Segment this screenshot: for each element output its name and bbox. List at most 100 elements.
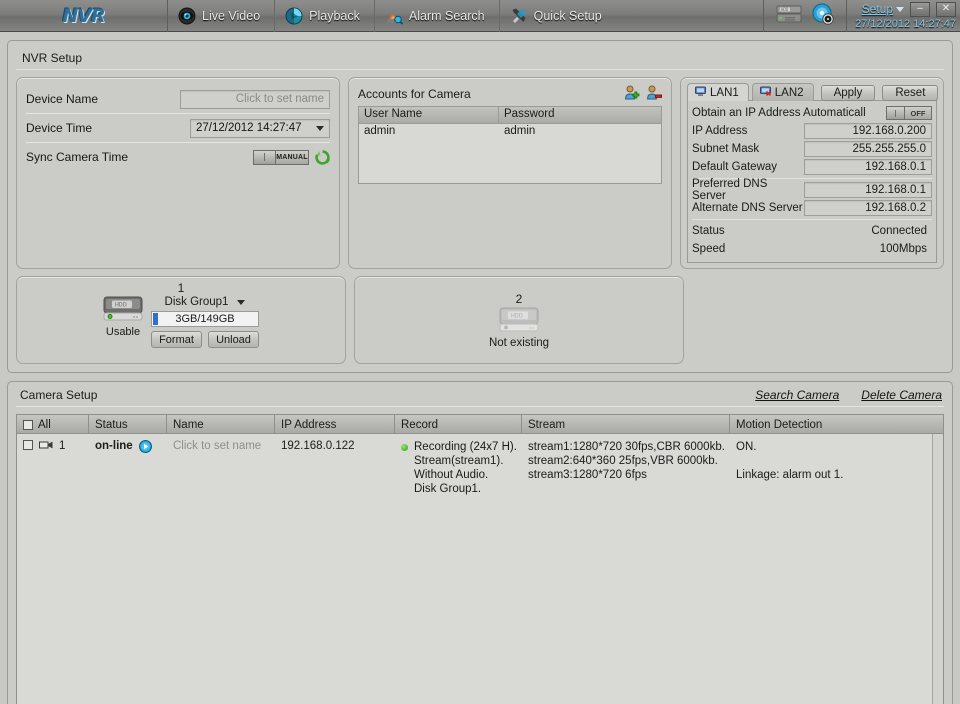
network-body: Obtain an IP Address Automaticall OFF IP… xyxy=(687,100,937,263)
disk-capacity-fill xyxy=(153,313,158,325)
disk-section: 1 HDD Usable Disk Group1 3GB/149GB Forma… xyxy=(16,276,684,364)
hdd-icon[interactable]: HDD xyxy=(103,296,143,325)
dhcp-row: Obtain an IP Address Automaticall OFF xyxy=(692,104,932,122)
setup-menu-row: Setup – ✕ xyxy=(862,1,956,17)
nav-item-alarm-search[interactable]: Alarm Search xyxy=(375,0,500,32)
ip-address-input[interactable]: 192.168.0.200 xyxy=(804,123,932,139)
default-gateway-input[interactable]: 192.168.0.1 xyxy=(804,159,932,175)
nav-item-live-video[interactable]: Live Video xyxy=(168,0,276,32)
sync-camera-time-toggle[interactable]: MANUAL xyxy=(253,149,309,165)
camera-table-scrollbar[interactable] xyxy=(932,434,943,704)
play-icon[interactable] xyxy=(138,440,152,456)
disk-2-state-label: Not existing xyxy=(488,336,550,349)
preferred-dns-input[interactable]: 192.168.0.1 xyxy=(804,182,932,198)
tab-lan2[interactable]: LAN2 xyxy=(751,83,814,101)
camera-col-record: Record xyxy=(395,415,522,433)
camera-row-select[interactable]: 1 xyxy=(17,440,89,496)
nav-item-playback[interactable]: Playback xyxy=(275,0,375,32)
playback-icon xyxy=(285,7,303,25)
camera-col-name: Name xyxy=(167,415,275,433)
minimize-button[interactable]: – xyxy=(910,1,930,17)
device-time-input[interactable]: 27/12/2012 14:27:47 xyxy=(190,118,330,138)
unload-button[interactable]: Unload xyxy=(208,331,259,348)
default-gateway-row: Default Gateway 192.168.0.1 xyxy=(692,158,932,176)
alarm-icon xyxy=(385,7,404,25)
network-panel: LAN1 LAN2 Apply Reset Obtain an IP Addre… xyxy=(680,77,944,269)
speed-row: Speed 100Mbps xyxy=(692,240,932,258)
remove-user-icon[interactable] xyxy=(646,85,663,103)
refresh-icon[interactable] xyxy=(315,149,331,165)
select-all-checkbox[interactable] xyxy=(23,420,33,430)
camera-setup-title: Camera Setup xyxy=(20,388,98,402)
nvr-setup-group: NVR Setup Device Name Click to set name … xyxy=(7,40,953,373)
search-camera-link[interactable]: Search Camera xyxy=(755,388,839,402)
network-speed-label: Speed xyxy=(692,243,726,255)
accounts-actions xyxy=(624,85,663,103)
device-time-value: 27/12/2012 14:27:47 xyxy=(196,122,302,134)
close-button[interactable]: ✕ xyxy=(936,1,956,17)
reset-button[interactable]: Reset xyxy=(882,85,939,101)
accounts-table-header: User Name Password xyxy=(359,107,661,124)
camera-row-status: on-line xyxy=(89,440,167,496)
accounts-title: Accounts for Camera xyxy=(358,87,471,101)
format-button[interactable]: Format xyxy=(151,331,202,348)
device-name-input[interactable]: Click to set name xyxy=(180,89,330,109)
ip-address-label: IP Address xyxy=(692,125,748,137)
camera-row-record: Recording (24x7 H). Stream(stream1). Wit… xyxy=(395,440,522,496)
titlebar-right: HDD Setup – ✕ 27/12/2012 14:27:47 xyxy=(763,0,960,32)
svg-text:HDD: HDD xyxy=(511,311,523,319)
add-user-icon[interactable] xyxy=(624,85,640,103)
disk-1-body: HDD Usable Disk Group1 3GB/149GB Format … xyxy=(17,296,345,348)
device-time-label: Device Time xyxy=(26,121,93,135)
accounts-cell-password: admin xyxy=(504,125,536,137)
disk-1-state-label: Usable xyxy=(105,326,141,338)
nvr-setup-title: NVR Setup xyxy=(22,51,83,65)
svg-text:HDD: HDD xyxy=(115,301,127,309)
camera-row-ip: 192.168.0.122 xyxy=(281,440,355,452)
table-row[interactable]: 1 on-line Click to set name 192.168.0.12… xyxy=(17,434,932,496)
chevron-down-icon[interactable] xyxy=(237,299,246,305)
accounts-panel: Accounts for Camera User Name Password a… xyxy=(348,77,672,269)
row-checkbox[interactable] xyxy=(23,440,33,450)
motion-line-2: Linkage: alarm out 1. xyxy=(736,469,844,481)
camera-col-all-label: All xyxy=(38,419,51,431)
stream-line-1: stream1:1280*720 30fps,CBR 6000kb. xyxy=(528,441,725,453)
chevron-down-icon[interactable] xyxy=(316,125,324,131)
alternate-dns-row: Alternate DNS Server 192.168.0.2 xyxy=(692,199,932,217)
nav-label-quick-setup: Quick Setup xyxy=(533,8,602,23)
camera-setup-group: Camera Setup Search Camera Delete Camera… xyxy=(7,381,953,704)
camera-col-motion: Motion Detection xyxy=(736,419,823,431)
disk-capacity-label: 3GB/149GB xyxy=(175,313,235,325)
chevron-down-icon[interactable] xyxy=(896,6,904,12)
nav-item-quick-setup[interactable]: Quick Setup xyxy=(500,0,616,32)
tab-lan1-label: LAN1 xyxy=(710,86,739,99)
camera-col-all[interactable]: All xyxy=(17,415,89,433)
delete-camera-link[interactable]: Delete Camera xyxy=(861,388,942,402)
default-gateway-label: Default Gateway xyxy=(692,161,778,173)
accounts-table: User Name Password admin admin xyxy=(358,106,662,184)
alternate-dns-label: Alternate DNS Server xyxy=(692,202,803,214)
tab-lan1[interactable]: LAN1 xyxy=(687,83,749,101)
camera-row-name[interactable]: Click to set name xyxy=(167,440,275,496)
setup-menu-link[interactable]: Setup xyxy=(862,2,893,16)
nav-label-alarm-search: Alarm Search xyxy=(408,8,485,23)
device-panel: Device Name Click to set name Device Tim… xyxy=(16,77,340,269)
camera-table: All Status Name IP Address Record Stream… xyxy=(16,414,944,704)
camera-setup-divider xyxy=(16,406,944,407)
disc-status-icon[interactable] xyxy=(812,3,834,28)
apply-button[interactable]: Apply xyxy=(820,85,876,101)
hdd-status-icon[interactable]: HDD xyxy=(776,4,802,27)
accounts-table-row[interactable]: admin admin xyxy=(359,124,661,142)
camera-table-header: All Status Name IP Address Record Stream… xyxy=(17,415,943,434)
nvr-setup-top-row: Device Name Click to set name Device Tim… xyxy=(16,77,944,269)
camera-col-stream: Stream xyxy=(522,415,730,433)
alternate-dns-input[interactable]: 192.168.0.2 xyxy=(804,200,932,216)
disk-1-controls: Disk Group1 3GB/149GB Format Unload xyxy=(151,296,259,348)
subnet-mask-input[interactable]: 255.255.255.0 xyxy=(804,141,932,157)
camera-status-text: on-line xyxy=(95,440,133,452)
disk-group-select[interactable]: Disk Group1 xyxy=(151,296,259,308)
titlebar-meta: Setup – ✕ 27/12/2012 14:27:47 xyxy=(847,0,956,32)
dhcp-toggle[interactable]: OFF xyxy=(886,106,932,120)
subnet-mask-label: Subnet Mask xyxy=(692,143,760,155)
title-bar: NVR Live Video Playback Alarm Search Qui… xyxy=(0,0,960,32)
